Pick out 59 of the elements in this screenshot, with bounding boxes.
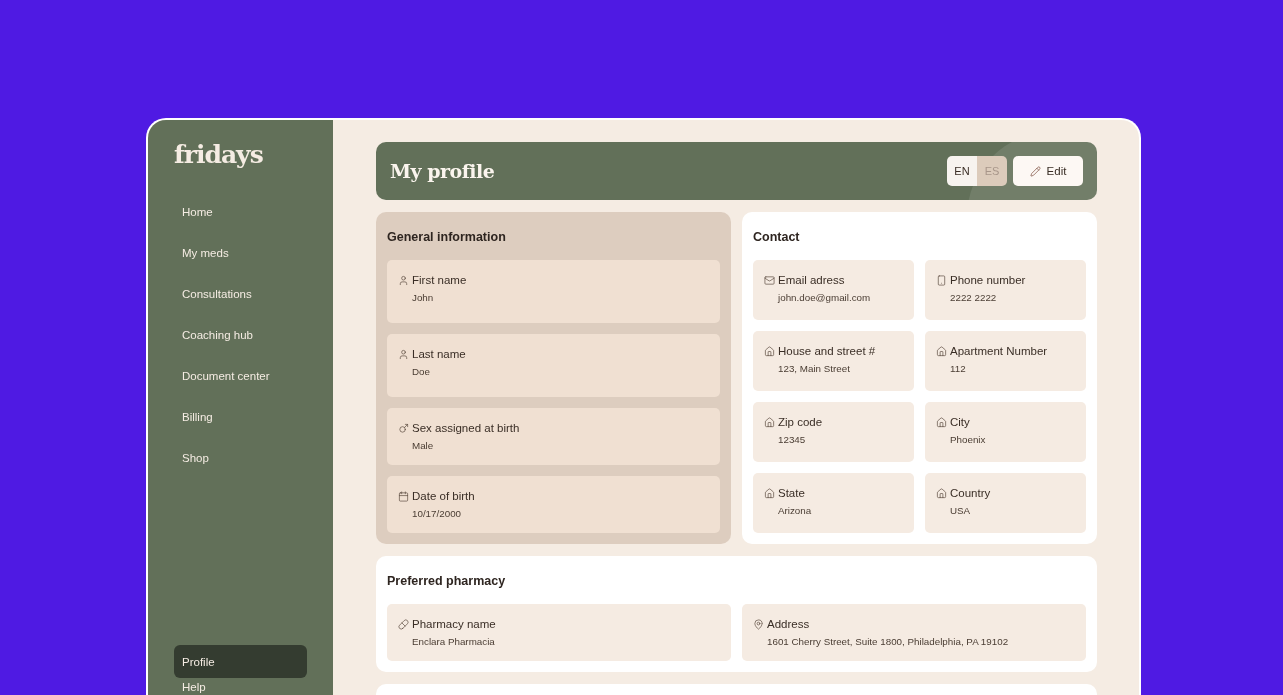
house-icon [936, 487, 947, 499]
nav-item[interactable]: Consultations [174, 277, 307, 310]
field-label: Zip code [778, 416, 823, 428]
language-option[interactable]: EN [947, 156, 977, 186]
field-value: 12345 [777, 434, 807, 445]
field-value: Enclara Pharmacia [411, 636, 496, 647]
phone-icon [936, 274, 947, 286]
field-value: 123, Main Street [777, 363, 851, 374]
field-value: 112 [949, 363, 967, 374]
field-label: First name [412, 274, 467, 286]
nav-item[interactable]: Help [174, 678, 307, 695]
male-icon [398, 422, 409, 434]
nav-item[interactable]: Profile [174, 645, 307, 678]
field-label: State [778, 487, 805, 499]
house-icon [764, 487, 775, 499]
mail-icon [764, 274, 775, 286]
field-label: City [950, 416, 970, 428]
field-label: Pharmacy name [412, 618, 496, 630]
edit-button[interactable]: Edit [1013, 156, 1083, 186]
house-icon [764, 345, 775, 357]
card-title: Contact [753, 230, 801, 244]
card-title: General information [387, 230, 507, 244]
field-value: Male [411, 440, 435, 451]
nav-item[interactable]: Home [174, 195, 307, 228]
page-title: My profile [390, 160, 496, 182]
field-value: Arizona [777, 505, 813, 516]
nav-item[interactable]: Coaching hub [174, 318, 307, 351]
pencil-icon [1029, 165, 1041, 177]
field-label: Phone number [950, 274, 1026, 286]
field-value: 10/17/2000 [411, 508, 463, 519]
house-icon [936, 416, 947, 428]
field-label: Address [767, 618, 810, 630]
field-label: Email adress [778, 274, 845, 286]
house-icon [936, 345, 947, 357]
field-value: Doe [411, 366, 431, 377]
field-label: Sex assigned at birth [412, 422, 520, 434]
pill-icon [398, 618, 409, 630]
field-value: john.doe@gmail.com [776, 292, 872, 303]
field-value: Phoenix [949, 434, 987, 445]
nav-item[interactable]: Billing [174, 400, 307, 433]
field-label: Last name [412, 348, 466, 360]
location-pin-icon [753, 618, 764, 630]
person-icon [398, 274, 409, 286]
field-value: USA [949, 505, 972, 516]
calendar-icon [398, 490, 409, 502]
field-value: 1601 Cherry Street, Suite 1800, Philadelphia, PA 19102 [766, 636, 1010, 647]
logo[interactable]: fridays [174, 140, 307, 169]
field-label: Date of birth [412, 490, 475, 502]
field-label: Country [950, 487, 991, 499]
field-label: Apartment Number [950, 345, 1048, 357]
card-title: Preferred pharmacy [387, 574, 507, 588]
field-value: John [411, 292, 435, 303]
field-value: 2222 2222 [949, 292, 998, 303]
nav-item[interactable]: Shop [174, 441, 307, 474]
nav-item[interactable]: Document center [174, 359, 307, 392]
person-icon [398, 348, 409, 360]
field-label: House and street # [778, 345, 876, 357]
house-icon [764, 416, 775, 428]
nav-item[interactable]: My meds [174, 236, 307, 269]
